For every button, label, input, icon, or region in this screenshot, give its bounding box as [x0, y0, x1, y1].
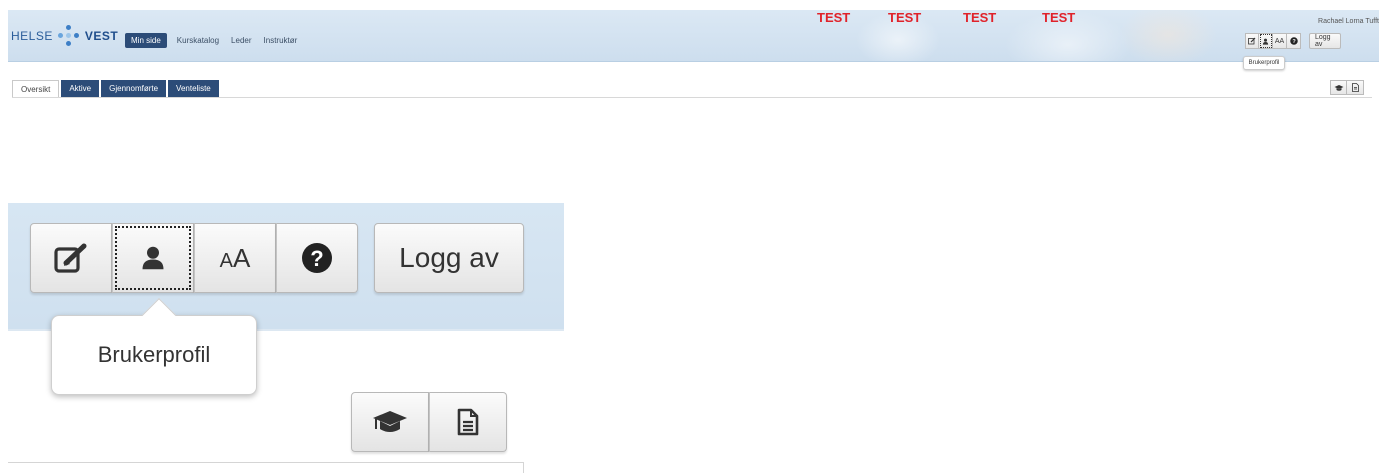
top-header: HELSE VEST Min side Kurskatalog Leder In… [8, 10, 1379, 62]
tab-oversikt[interactable]: Oversikt [12, 80, 60, 97]
document-icon [1351, 83, 1359, 92]
nav-item-kurskatalog[interactable]: Kurskatalog [177, 36, 219, 45]
edit-button[interactable] [1245, 33, 1259, 49]
font-size-small-a: A [219, 249, 233, 272]
font-size-large-a: A [233, 242, 251, 273]
graduation-cap-icon [1334, 84, 1343, 91]
question-icon: ? [1289, 37, 1298, 45]
zoomed-content-toolbar [351, 392, 507, 452]
content-toolbar [1330, 80, 1364, 95]
courses-button[interactable] [1330, 80, 1347, 95]
zoomed-tooltip-brukerprofil: Brukerprofil [51, 298, 257, 395]
tab-gjennomforte[interactable]: Gjennomførte [101, 80, 167, 97]
edit-icon [1248, 37, 1256, 45]
user-icon [1262, 38, 1269, 45]
zoomed-document-button[interactable] [429, 392, 507, 452]
main-nav: Min side Kurskatalog Leder Instruktør [125, 33, 309, 48]
document-button[interactable] [1347, 80, 1364, 95]
zoomed-help-button[interactable]: ? [276, 223, 358, 293]
helse-vest-logo[interactable]: HELSE VEST [11, 25, 118, 47]
test-environment-label: TEST [817, 10, 851, 25]
logo-text-vest: VEST [84, 29, 119, 43]
tab-aktive[interactable]: Aktive [61, 80, 100, 97]
zoomed-toolbar: AA ? [30, 223, 358, 293]
question-icon: ? [302, 243, 332, 273]
nav-item-min-side[interactable]: Min side [125, 33, 167, 48]
logo-dots-icon [56, 25, 82, 47]
user-name[interactable]: Rachael Lorna Tufft [1318, 18, 1379, 25]
test-environment-label: TEST [1042, 10, 1076, 25]
tabs-divider [12, 97, 1372, 98]
zoomed-logout-button[interactable]: Logg av [374, 223, 524, 293]
test-environment-label: TEST [888, 10, 922, 25]
zoomed-edit-button[interactable] [30, 223, 112, 293]
tab-venteliste[interactable]: Venteliste [168, 80, 219, 97]
document-icon [457, 408, 479, 436]
test-environment-label: TEST [963, 10, 997, 25]
edit-icon [54, 243, 87, 273]
logo-text-helse: HELSE [11, 29, 53, 43]
help-button[interactable]: ? [1287, 33, 1301, 49]
font-size-button[interactable]: AA [1273, 33, 1287, 49]
tooltip-brukerprofil: Brukerprofil [1243, 56, 1285, 70]
zoomed-user-profile-button[interactable] [112, 223, 194, 293]
zoomed-content-panel [8, 462, 524, 473]
zoomed-courses-button[interactable] [351, 392, 429, 452]
zoomed-font-size-button[interactable]: AA [194, 223, 276, 293]
header-toolbar: AA ? Logg av [1245, 33, 1341, 49]
logout-button[interactable]: Logg av [1309, 33, 1341, 49]
nav-item-instruktor[interactable]: Instruktør [264, 36, 298, 45]
user-profile-button[interactable] [1259, 33, 1273, 49]
font-size-label: AA [1274, 37, 1285, 45]
user-icon [142, 246, 164, 270]
graduation-cap-icon [373, 411, 407, 432]
tab-bar: Oversikt Aktive Gjennomførte Venteliste [12, 80, 221, 97]
nav-item-leder[interactable]: Leder [231, 36, 251, 45]
svg-text:?: ? [310, 246, 323, 271]
zoomed-header-inset: AA ? Logg av [8, 203, 564, 331]
tooltip-text: Brukerprofil [97, 342, 211, 367]
